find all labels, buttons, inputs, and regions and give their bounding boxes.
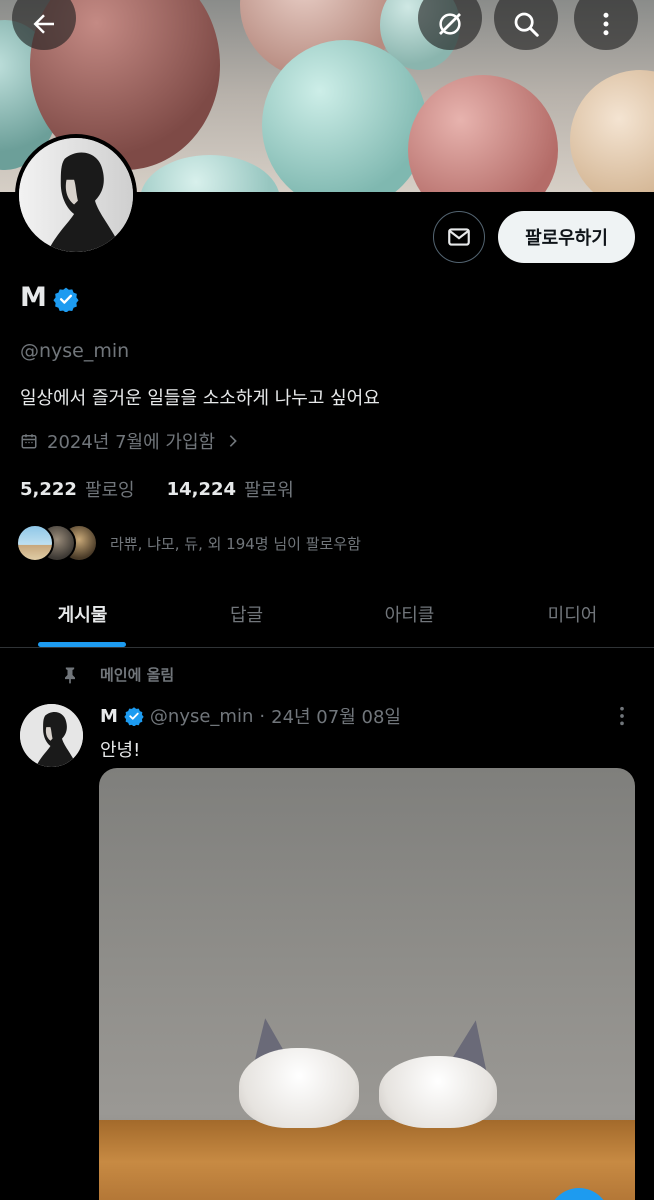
tab-label: 답글	[229, 604, 264, 626]
avatar-image	[19, 138, 133, 252]
avatar-image	[20, 704, 83, 767]
tab-label: 아티클	[384, 604, 435, 626]
followers-count[interactable]: 14,224	[167, 479, 236, 500]
post-header: M @nyse_min · 24년 07월 08일	[100, 703, 401, 729]
active-tab-indicator	[38, 642, 126, 647]
more-vertical-icon[interactable]	[611, 705, 633, 727]
tab-replies[interactable]: 답글	[165, 580, 328, 647]
pinned-indicator: 메인에 올림	[60, 664, 174, 685]
banner-balloon	[570, 70, 654, 192]
separator-dot: ·	[259, 705, 266, 727]
profile-avatar[interactable]	[15, 134, 137, 256]
post-text: 안녕!	[100, 740, 141, 761]
tab-label: 게시물	[57, 604, 108, 626]
profile-bio: 일상에서 즐거운 일들을 소소하게 나누고 싶어요	[20, 388, 380, 409]
banner-balloon	[408, 75, 558, 192]
grok-icon	[439, 13, 461, 35]
post-avatar[interactable]	[20, 704, 83, 767]
arrow-left-icon	[33, 14, 54, 34]
verified-badge-icon	[53, 287, 79, 312]
post-date[interactable]: 24년 07월 08일	[271, 703, 401, 729]
known-followers-text: 라쀼, 냐모, 듀, 외 194명 님이 팔로우함	[110, 534, 361, 553]
pin-icon	[65, 667, 75, 683]
message-button[interactable]	[433, 211, 485, 263]
known-followers[interactable]: 라쀼, 냐모, 듀, 외 194명 님이 팔로우함	[16, 524, 361, 562]
tab-articles[interactable]: 아티클	[328, 580, 491, 647]
post-author-handle[interactable]: @nyse_min	[150, 706, 253, 727]
profile-name: M	[20, 282, 47, 313]
image-table-surface	[99, 1120, 635, 1200]
calendar-icon	[21, 434, 37, 449]
follow-button[interactable]: 팔로우하기	[498, 211, 635, 263]
image-cat-paw	[239, 1048, 359, 1128]
chevron-right-icon	[229, 435, 237, 447]
follow-stats: 5,222 팔로잉 14,224 팔로워	[20, 476, 326, 502]
following-count[interactable]: 5,222	[20, 479, 77, 500]
following-label[interactable]: 팔로잉	[85, 476, 135, 502]
profile-tabs: 게시물 답글 아티클 미디어	[0, 580, 654, 648]
more-vertical-icon	[603, 12, 609, 36]
image-cat-paw	[379, 1056, 497, 1128]
tab-label: 미디어	[547, 604, 598, 626]
post-author-name[interactable]: M	[100, 706, 118, 727]
followers-label[interactable]: 팔로워	[244, 476, 294, 502]
verified-badge-icon	[124, 707, 144, 726]
tab-posts[interactable]: 게시물	[0, 580, 165, 647]
post-image[interactable]	[99, 768, 635, 1200]
tab-media[interactable]: 미디어	[491, 580, 654, 647]
profile-handle: @nyse_min	[20, 340, 130, 362]
mail-icon	[448, 228, 470, 246]
search-icon	[514, 12, 539, 37]
joined-date: 2024년 7월에 가입함	[47, 432, 216, 453]
joined-date-row[interactable]: 2024년 7월에 가입함	[20, 428, 241, 454]
follower-avatar	[16, 524, 54, 562]
pinned-label: 메인에 올림	[100, 666, 175, 684]
